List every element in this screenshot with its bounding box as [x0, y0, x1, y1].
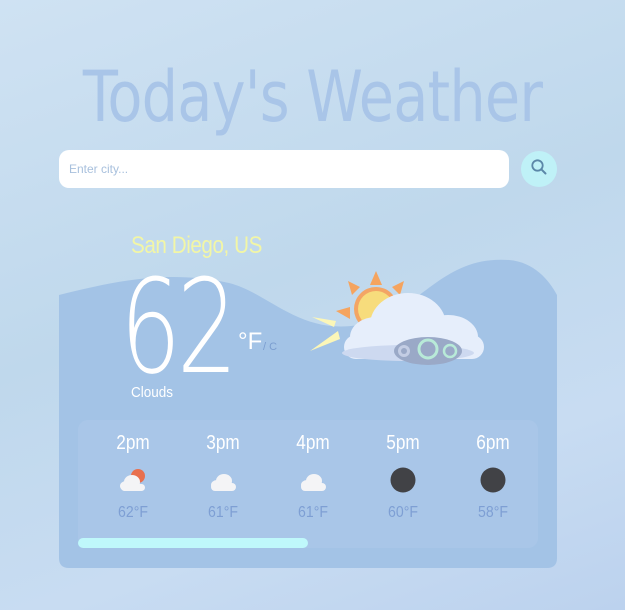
forecast-time: 3pm: [206, 432, 240, 454]
forecast-time: 6pm: [476, 432, 510, 454]
cloud-icon: [208, 466, 238, 494]
unit-celsius-toggle[interactable]: / C: [263, 341, 277, 353]
cloud-sun-icon: [118, 466, 148, 494]
search-button[interactable]: [521, 151, 557, 187]
dark-circle-icon: [388, 466, 418, 494]
forecast-time: 2pm: [116, 432, 150, 454]
city-search-input[interactable]: [59, 150, 509, 188]
unit-fahrenheit-toggle[interactable]: °F: [238, 328, 262, 356]
forecast-time: 4pm: [296, 432, 330, 454]
forecast-temp: 61°F: [208, 504, 238, 521]
page-title: Today's Weather: [82, 56, 543, 138]
cloud-icon: [298, 466, 328, 494]
forecast-temp: 58°F: [478, 504, 508, 521]
forecast-temp: 60°F: [388, 504, 418, 521]
forecast-scrollbar-thumb[interactable]: [78, 538, 308, 548]
sun-cloud-wind-icon: [308, 265, 488, 380]
hourly-forecast-panel[interactable]: 2pm 62°F 3pm 61°F 4pm 61°F 5pm 60°F 6pm …: [78, 420, 538, 548]
forecast-temp: 62°F: [118, 504, 148, 521]
dark-circle-icon: [478, 466, 508, 494]
search-icon: [530, 158, 548, 181]
current-temperature: 62: [120, 251, 238, 403]
forecast-scrollbar[interactable]: [78, 538, 538, 548]
forecast-temp: 61°F: [298, 504, 328, 521]
condition-label: Clouds: [131, 384, 174, 401]
forecast-time: 5pm: [386, 432, 420, 454]
